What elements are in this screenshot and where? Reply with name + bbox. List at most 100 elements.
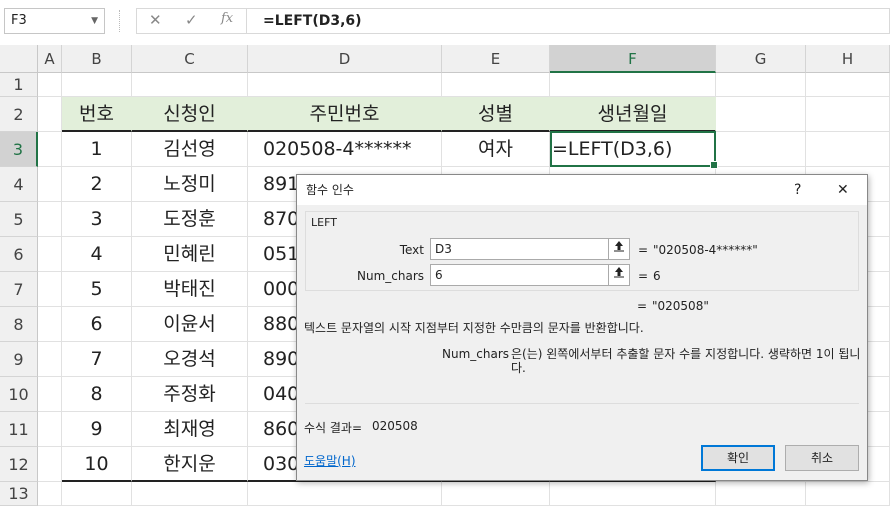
chevron-down-icon[interactable]: ▼ [91, 9, 98, 33]
cell-g3[interactable] [716, 132, 806, 167]
row-header-2[interactable]: 2 [0, 97, 38, 132]
cell-b9[interactable]: 7 [62, 342, 132, 377]
collapse-dialog-icon[interactable] [608, 238, 630, 260]
cell-a12[interactable] [38, 447, 62, 482]
cell-b4[interactable]: 2 [62, 167, 132, 202]
select-all-corner[interactable] [0, 45, 38, 73]
cell-g1[interactable] [716, 73, 806, 97]
cell-b2[interactable]: 번호 [62, 97, 132, 132]
cell-e13[interactable] [442, 482, 550, 506]
cell-c4[interactable]: 노정미 [132, 167, 248, 202]
cell-b10[interactable]: 8 [62, 377, 132, 412]
column-header-c[interactable]: C [132, 45, 248, 73]
cell-b3[interactable]: 1 [62, 132, 132, 167]
cell-b12[interactable]: 10 [62, 447, 132, 482]
cell-e1[interactable] [442, 73, 550, 97]
row-header-4[interactable]: 4 [0, 167, 38, 202]
enter-icon[interactable]: ✓ [185, 11, 198, 29]
row-header-13[interactable]: 13 [0, 482, 38, 506]
fill-handle[interactable] [710, 161, 718, 169]
cell-g2[interactable] [716, 97, 806, 132]
cell-a6[interactable] [38, 237, 62, 272]
cell-d1[interactable] [248, 73, 442, 97]
cell-f13[interactable] [550, 482, 716, 506]
close-icon[interactable]: ✕ [837, 175, 849, 205]
cell-c11[interactable]: 최재영 [132, 412, 248, 447]
cell-b13[interactable] [62, 482, 132, 506]
cell-a8[interactable] [38, 307, 62, 342]
column-header-b[interactable]: B [62, 45, 132, 73]
cell-c5[interactable]: 도정훈 [132, 202, 248, 237]
cell-b1[interactable] [62, 73, 132, 97]
num-chars-arg-input[interactable]: 6 [430, 264, 610, 286]
cell-b6[interactable]: 4 [62, 237, 132, 272]
text-arg-input[interactable]: D3 [430, 238, 610, 260]
insert-function-icon[interactable]: fx [221, 11, 233, 26]
cell-c2[interactable]: 신청인 [132, 97, 248, 132]
ok-button[interactable]: 확인 [701, 445, 775, 471]
row-header-3[interactable]: 3 [0, 132, 38, 167]
collapse-dialog-icon[interactable] [608, 264, 630, 286]
num-chars-arg-result: 6 [653, 269, 661, 283]
cell-d3[interactable]: 020508-4****** [248, 132, 442, 167]
formula-bar: F3 ▼ ✕ ✓ fx =LEFT(D3,6) [0, 0, 890, 45]
row-header-7[interactable]: 7 [0, 272, 38, 307]
cell-c7[interactable]: 박태진 [132, 272, 248, 307]
cell-e3[interactable]: 여자 [442, 132, 550, 167]
cell-c6[interactable]: 민혜린 [132, 237, 248, 272]
cell-h2[interactable] [806, 97, 890, 132]
column-header-f[interactable]: F [550, 45, 716, 73]
cell-a3[interactable] [38, 132, 62, 167]
cancel-button[interactable]: 취소 [785, 445, 859, 471]
row-header-6[interactable]: 6 [0, 237, 38, 272]
cell-c9[interactable]: 오경석 [132, 342, 248, 377]
row-header-8[interactable]: 8 [0, 307, 38, 342]
help-link[interactable]: 도움말(H) [304, 452, 356, 469]
cell-c1[interactable] [132, 73, 248, 97]
cell-g13[interactable] [716, 482, 806, 506]
cancel-icon[interactable]: ✕ [149, 11, 162, 29]
cell-b11[interactable]: 9 [62, 412, 132, 447]
column-header-d[interactable]: D [248, 45, 442, 73]
cell-a2[interactable] [38, 97, 62, 132]
column-header-e[interactable]: E [442, 45, 550, 73]
cell-a10[interactable] [38, 377, 62, 412]
row-header-10[interactable]: 10 [0, 377, 38, 412]
column-header-h[interactable]: H [806, 45, 890, 73]
cell-h13[interactable] [806, 482, 890, 506]
row-header-11[interactable]: 11 [0, 412, 38, 447]
cell-c12[interactable]: 한지운 [132, 447, 248, 482]
cell-a11[interactable] [38, 412, 62, 447]
cell-a9[interactable] [38, 342, 62, 377]
cell-b8[interactable]: 6 [62, 307, 132, 342]
cell-a13[interactable] [38, 482, 62, 506]
cell-a1[interactable] [38, 73, 62, 97]
cell-h1[interactable] [806, 73, 890, 97]
function-description: 텍스트 문자열의 시작 지점부터 지정한 수만큼의 문자를 반환합니다. [304, 321, 644, 335]
cell-a5[interactable] [38, 202, 62, 237]
cell-e2[interactable]: 성별 [442, 97, 550, 132]
help-icon[interactable]: ? [794, 175, 801, 205]
cell-c13[interactable] [132, 482, 248, 506]
cell-c3[interactable]: 김선영 [132, 132, 248, 167]
name-box[interactable]: F3 ▼ [4, 8, 105, 34]
cell-b5[interactable]: 3 [62, 202, 132, 237]
cell-h3[interactable] [806, 132, 890, 167]
column-header-g[interactable]: G [716, 45, 806, 73]
row-header-12[interactable]: 12 [0, 447, 38, 482]
cell-a7[interactable] [38, 272, 62, 307]
row-header-1[interactable]: 1 [0, 73, 38, 97]
cell-d2[interactable]: 주민번호 [248, 97, 442, 132]
cell-c8[interactable]: 이윤서 [132, 307, 248, 342]
cell-c10[interactable]: 주정화 [132, 377, 248, 412]
cell-a4[interactable] [38, 167, 62, 202]
cell-f1[interactable] [550, 73, 716, 97]
cell-d13[interactable] [248, 482, 442, 506]
row-header-5[interactable]: 5 [0, 202, 38, 237]
column-header-a[interactable]: A [38, 45, 62, 73]
row-header-9[interactable]: 9 [0, 342, 38, 377]
formula-result-label: 수식 결과= [304, 421, 363, 435]
formula-input[interactable]: =LEFT(D3,6) [246, 8, 890, 34]
cell-f2[interactable]: 생년월일 [550, 97, 716, 132]
cell-b7[interactable]: 5 [62, 272, 132, 307]
